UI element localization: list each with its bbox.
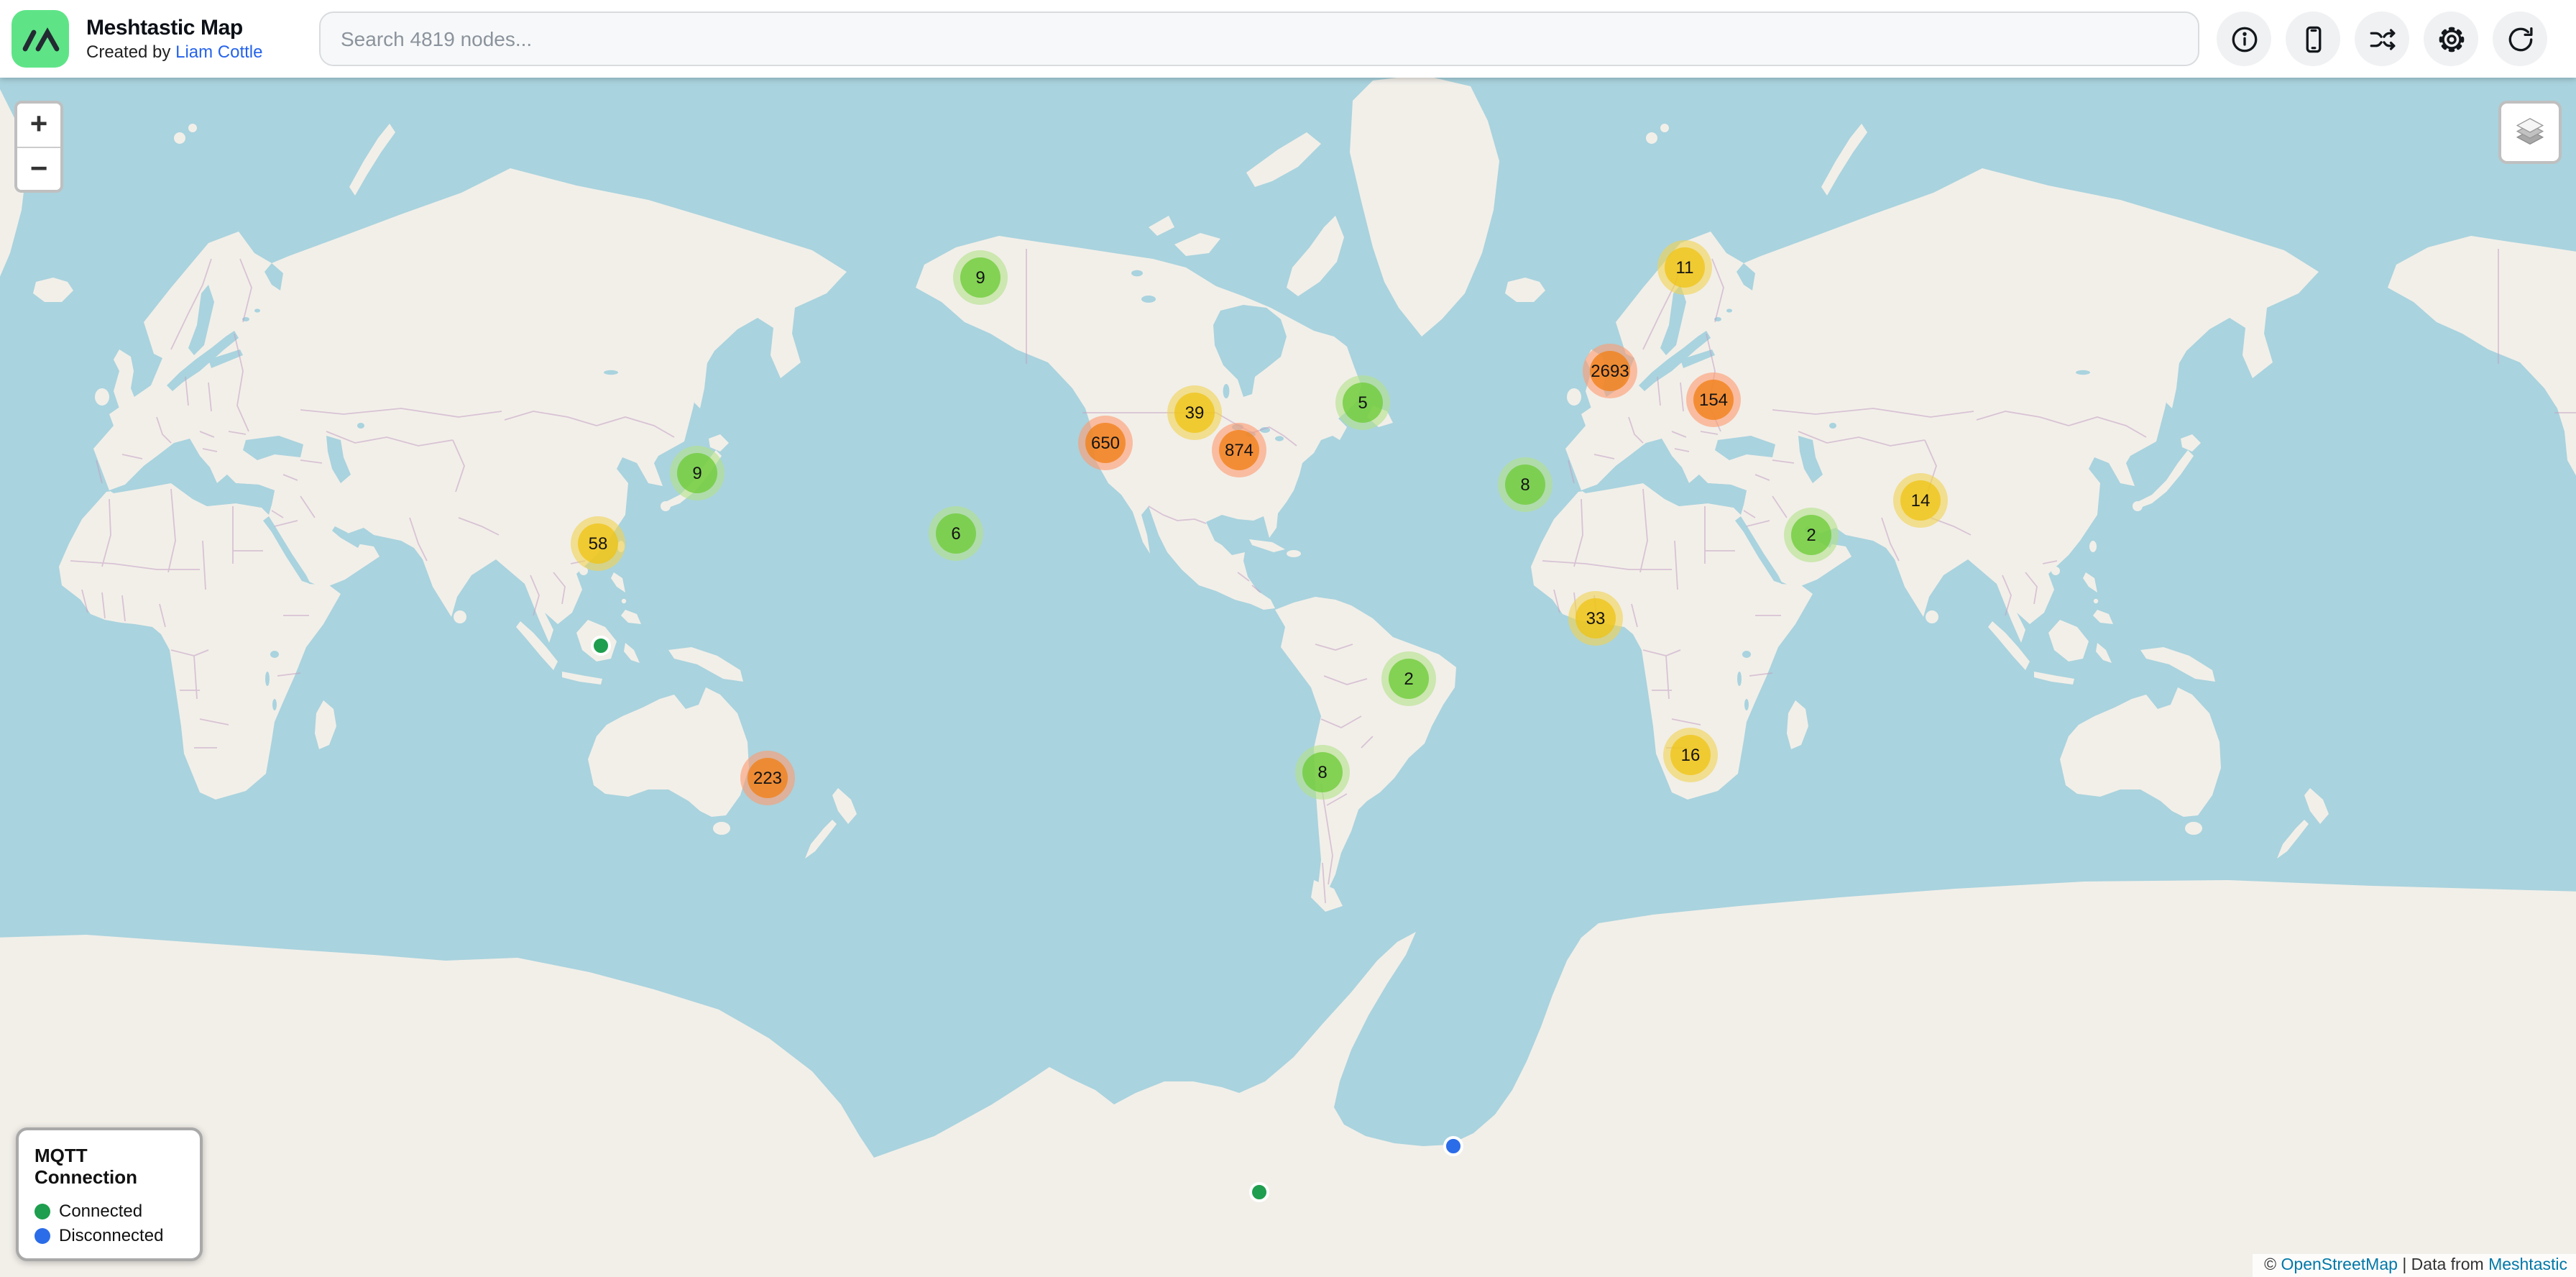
legend-dot-icon: [34, 1203, 50, 1219]
node-marker-disconnected[interactable]: [1443, 1136, 1463, 1156]
cluster-marker[interactable]: 14: [1893, 473, 1948, 528]
cluster-count: 2693: [1590, 351, 1630, 391]
cluster-count: 2: [1791, 515, 1831, 555]
attribution-text: | Data from: [2402, 1257, 2483, 1274]
basemap: [0, 0, 2576, 1277]
osm-link[interactable]: OpenStreetMap: [2281, 1257, 2398, 1274]
smartphone-button[interactable]: [2286, 12, 2340, 66]
shuffle-button[interactable]: [2355, 12, 2409, 66]
node-marker-connected[interactable]: [591, 636, 611, 656]
legend-label: Disconnected: [59, 1225, 163, 1245]
header: Meshtastic Map Created by Liam Cottle: [0, 0, 2576, 78]
cluster-marker[interactable]: 9: [953, 250, 1008, 305]
cluster-marker[interactable]: 39: [1167, 385, 1222, 440]
cluster-marker[interactable]: 11: [1657, 240, 1712, 295]
meshtastic-logo: [12, 10, 69, 68]
legend-item: Connected: [34, 1201, 184, 1221]
cluster-count: 9: [960, 257, 1000, 298]
cluster-count: 8: [1505, 464, 1545, 505]
cluster-count: 2: [1389, 659, 1429, 699]
legend-label: Connected: [59, 1201, 142, 1221]
attribution: © OpenStreetMap | Data from Meshtastic: [2253, 1254, 2576, 1277]
search-input[interactable]: [319, 12, 2199, 66]
author-link[interactable]: Liam Cottle: [175, 41, 262, 61]
cluster-count: 650: [1085, 423, 1126, 463]
world-map[interactable]: 9 11 2693 154 39 5 650 874 8 14 9 2 58 6 33 2 16 8 223 + −…: [0, 0, 2576, 1277]
shuffle-icon: [2367, 24, 2397, 54]
zoom-out-button[interactable]: −: [17, 147, 60, 190]
mqtt-legend: MQTT Connection Connected Disconnected: [16, 1127, 203, 1261]
cluster-count: 39: [1174, 393, 1215, 433]
settings-icon: [2436, 24, 2466, 54]
toolbar: [2217, 12, 2547, 66]
cluster-marker[interactable]: 9: [670, 446, 724, 500]
cluster-count: 16: [1670, 735, 1711, 775]
cluster-marker[interactable]: 5: [1335, 375, 1390, 430]
meshtastic-link[interactable]: Meshtastic: [2488, 1257, 2567, 1274]
legend-dot-icon: [34, 1227, 50, 1243]
cluster-marker[interactable]: 154: [1686, 372, 1741, 427]
cluster-count: 6: [936, 513, 976, 554]
page-title: Meshtastic Map: [86, 15, 310, 41]
refresh-icon: [2505, 24, 2535, 54]
node-marker-connected[interactable]: [1249, 1182, 1269, 1202]
cluster-count: 58: [578, 523, 618, 564]
cluster-marker[interactable]: 8: [1498, 457, 1552, 512]
byline: Created by Liam Cottle: [86, 41, 310, 63]
legend-title: MQTT Connection: [34, 1145, 184, 1188]
cluster-count: 33: [1576, 598, 1616, 638]
cluster-marker[interactable]: 33: [1568, 591, 1623, 646]
cluster-marker[interactable]: 8: [1295, 745, 1350, 800]
cluster-marker[interactable]: 6: [929, 506, 983, 561]
legend-item: Disconnected: [34, 1225, 184, 1245]
cluster-count: 9: [677, 453, 717, 493]
settings-button[interactable]: [2424, 12, 2478, 66]
layers-icon: [2508, 111, 2552, 154]
smartphone-icon: [2298, 24, 2328, 54]
cluster-count: 154: [1693, 380, 1734, 420]
cluster-count: 5: [1343, 383, 1383, 423]
cluster-marker[interactable]: 2: [1784, 508, 1839, 562]
legend-rows: Connected Disconnected: [34, 1201, 184, 1245]
cluster-count: 11: [1665, 247, 1705, 288]
cluster-marker[interactable]: 58: [571, 516, 625, 571]
cluster-marker[interactable]: 2: [1381, 651, 1436, 706]
cluster-count: 223: [748, 758, 788, 798]
cluster-marker[interactable]: 16: [1663, 728, 1718, 782]
cluster-count: 14: [1900, 480, 1941, 521]
info-icon: [2229, 24, 2259, 54]
layers-button[interactable]: [2498, 101, 2562, 164]
info-button[interactable]: [2217, 12, 2271, 66]
zoom-control: + −: [14, 101, 63, 193]
byline-prefix: Created by: [86, 41, 170, 61]
cluster-marker[interactable]: 874: [1212, 423, 1266, 477]
cluster-marker[interactable]: 2693: [1583, 344, 1637, 398]
cluster-count: 874: [1219, 430, 1259, 470]
copyright-symbol: ©: [2264, 1257, 2276, 1274]
cluster-marker[interactable]: 650: [1078, 416, 1133, 470]
cluster-marker[interactable]: 223: [740, 751, 795, 805]
cluster-count: 8: [1302, 752, 1343, 792]
refresh-button[interactable]: [2493, 12, 2547, 66]
zoom-in-button[interactable]: +: [17, 104, 60, 147]
